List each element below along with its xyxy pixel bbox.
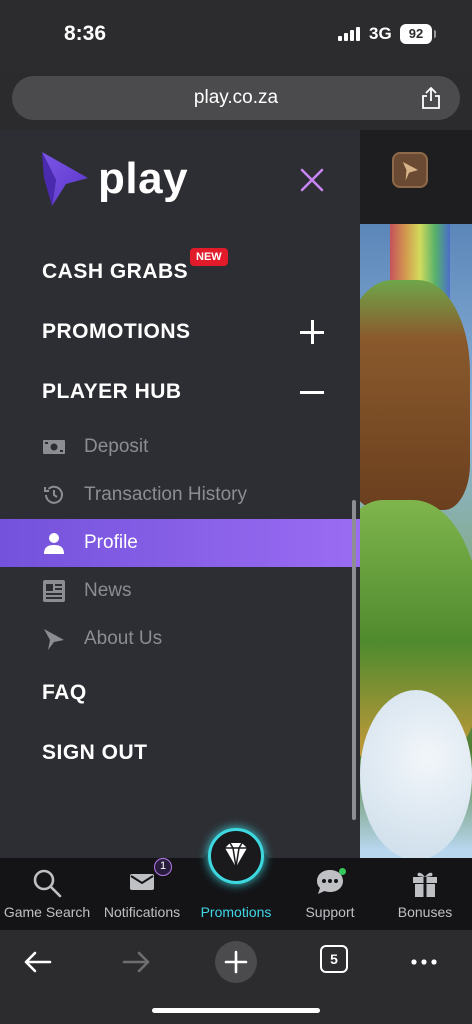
sub-item-about-us[interactable]: About Us xyxy=(0,615,360,663)
signal-icon xyxy=(338,27,360,41)
mail-icon xyxy=(130,874,154,890)
online-indicator xyxy=(339,868,346,875)
search-icon xyxy=(33,869,62,898)
close-icon[interactable] xyxy=(298,166,326,194)
menu-item-sign-out[interactable]: SIGN OUT xyxy=(42,741,148,765)
menu-item-faq[interactable]: FAQ xyxy=(42,681,87,705)
nav-label: Bonuses xyxy=(397,904,453,920)
status-bar: 8:36 3G 92 xyxy=(0,0,472,70)
nav-support[interactable]: Support xyxy=(282,858,378,930)
url-text[interactable]: play.co.za xyxy=(12,87,460,109)
home-indicator[interactable] xyxy=(152,1008,320,1013)
side-menu: play CASH GRABS NEW PROMOTIONS PLAYER HU… xyxy=(0,130,360,858)
sub-item-profile[interactable]: Profile xyxy=(0,519,360,567)
sub-item-label: About Us xyxy=(84,628,163,649)
sub-item-label: Transaction History xyxy=(84,484,247,505)
gift-icon xyxy=(413,872,437,897)
expand-icon[interactable] xyxy=(300,320,324,344)
sub-item-transaction-history[interactable]: Transaction History xyxy=(0,471,360,519)
sub-item-label: Deposit xyxy=(84,436,149,457)
collapse-icon[interactable] xyxy=(300,380,324,404)
menu-item-promotions[interactable]: PROMOTIONS xyxy=(42,320,191,344)
game-background xyxy=(360,130,472,858)
brand-name: play xyxy=(98,154,189,203)
news-icon xyxy=(43,580,65,602)
more-icon[interactable] xyxy=(402,940,446,984)
play-logo-icon xyxy=(42,152,88,206)
address-bar[interactable]: play.co.za xyxy=(12,76,460,120)
network-type: 3G xyxy=(369,24,392,43)
forward-arrow-icon[interactable] xyxy=(114,940,158,984)
sub-item-label: News xyxy=(84,580,132,601)
user-icon xyxy=(44,533,64,554)
brand-logo[interactable]: play xyxy=(38,148,188,210)
nav-bonuses[interactable]: Bonuses xyxy=(378,858,472,930)
game-logo-icon xyxy=(392,152,428,188)
menu-item-player-hub[interactable]: PLAYER HUB xyxy=(42,380,182,404)
menu-item-cash-grabs[interactable]: CASH GRABS xyxy=(42,260,188,284)
new-badge: NEW xyxy=(190,248,228,266)
nav-label: Support xyxy=(305,904,355,920)
nav-notifications[interactable]: Notifications xyxy=(94,858,190,930)
share-icon[interactable] xyxy=(420,86,442,110)
nav-promotions[interactable]: Promotions xyxy=(190,858,282,930)
nav-label: Promotions xyxy=(200,904,272,920)
sub-item-deposit[interactable]: Deposit xyxy=(0,423,360,471)
play-logo-icon xyxy=(44,629,64,650)
sub-item-label: Profile xyxy=(84,532,138,553)
notification-badge: 1 xyxy=(154,858,172,876)
nav-label: Notifications xyxy=(103,904,181,920)
sub-item-news[interactable]: News xyxy=(0,567,360,615)
nav-game-search[interactable]: Game Search xyxy=(0,858,94,930)
history-icon xyxy=(44,485,63,504)
nav-label: Game Search xyxy=(3,904,91,920)
scrollbar[interactable] xyxy=(352,500,356,820)
back-arrow-icon[interactable] xyxy=(16,940,60,984)
new-tab-icon[interactable] xyxy=(214,940,258,984)
status-time: 8:36 xyxy=(64,22,107,45)
tabs-button[interactable]: 5 xyxy=(320,945,348,973)
battery-icon: 92 xyxy=(400,24,436,44)
cash-icon xyxy=(43,440,65,454)
bottom-nav: Game Search Notifications 1 Promotions S… xyxy=(0,828,472,930)
